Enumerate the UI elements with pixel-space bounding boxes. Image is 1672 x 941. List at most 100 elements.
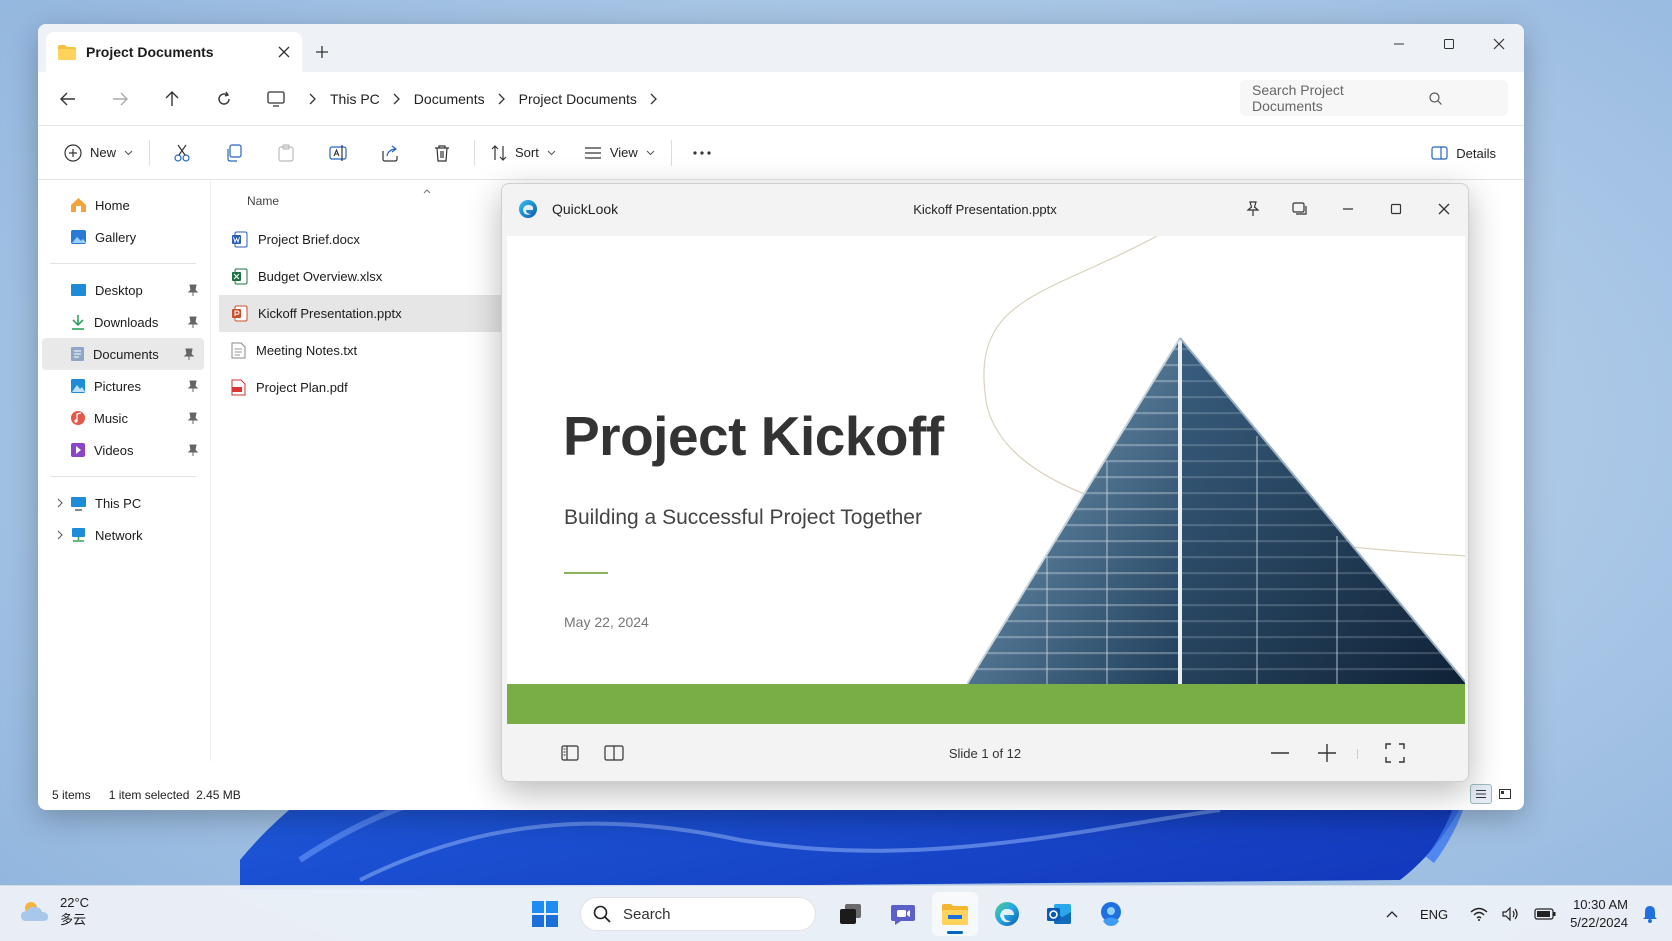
chevron-right-icon[interactable] — [302, 89, 324, 109]
file-row-selected[interactable]: Kickoff Presentation.pptx — [219, 295, 510, 332]
file-name: Budget Overview.xlsx — [258, 269, 383, 284]
details-view-icon[interactable] — [1470, 784, 1492, 804]
documents-icon — [70, 346, 85, 362]
rename-button[interactable] — [312, 135, 364, 171]
zoom-in-icon[interactable] — [1310, 739, 1344, 767]
sidebar-item-desktop[interactable]: Desktop — [38, 274, 208, 306]
pin-window-icon[interactable] — [1228, 184, 1276, 234]
breadcrumb-documents[interactable]: Documents — [408, 91, 491, 107]
pin-icon[interactable] — [188, 380, 198, 392]
cut-button[interactable] — [156, 135, 208, 171]
close-window-icon[interactable] — [1474, 24, 1524, 64]
breadcrumb-this-pc[interactable]: This PC — [324, 91, 386, 107]
clock[interactable]: 10:30 AM 5/22/2024 — [1570, 896, 1628, 932]
zoom-out-icon[interactable] — [1263, 739, 1297, 767]
network-icon — [70, 527, 87, 543]
details-pane-icon — [1431, 146, 1448, 160]
breadcrumb-project-documents[interactable]: Project Documents — [513, 91, 643, 107]
sidebar-item-music[interactable]: Music — [38, 402, 208, 434]
fullscreen-icon[interactable] — [1378, 739, 1412, 767]
delete-button[interactable] — [416, 135, 468, 171]
copilot-icon — [1101, 902, 1121, 926]
share-icon — [381, 144, 399, 162]
chevron-right-icon[interactable] — [491, 89, 513, 109]
sidebar-item-network[interactable]: Network — [38, 519, 208, 551]
sidebar-item-pictures[interactable]: Pictures — [38, 370, 208, 402]
quicklook-app-name: QuickLook — [552, 201, 619, 217]
cloudy-weather-icon — [20, 899, 50, 923]
expand-chevron-icon[interactable] — [50, 530, 70, 540]
view-list-icon — [584, 146, 602, 160]
share-button[interactable] — [364, 135, 416, 171]
task-view-button[interactable] — [828, 892, 874, 936]
sidebar-item-gallery[interactable]: Gallery — [38, 221, 208, 253]
open-with-icon[interactable] — [1276, 184, 1324, 234]
file-row[interactable]: Project Brief.docx — [219, 221, 510, 258]
new-tab-icon[interactable] — [306, 36, 338, 68]
pin-icon[interactable] — [188, 412, 198, 424]
slide-preview: Project Kickoff Building a Successful Pr… — [507, 236, 1465, 724]
tab-project-documents[interactable]: Project Documents — [46, 32, 302, 72]
battery-icon[interactable] — [1534, 908, 1556, 920]
minimize-icon[interactable] — [1324, 184, 1372, 234]
sidebar-item-label: Network — [95, 527, 143, 543]
expand-chevron-icon[interactable] — [50, 498, 70, 508]
sort-button[interactable]: Sort — [481, 135, 566, 171]
pin-icon[interactable] — [184, 348, 194, 360]
computer-icon[interactable] — [250, 79, 302, 119]
chevron-right-icon[interactable] — [386, 89, 408, 109]
start-button[interactable] — [522, 892, 568, 936]
sidebar-item-videos[interactable]: Videos — [38, 434, 208, 466]
gallery-icon — [70, 229, 87, 245]
word-icon — [231, 231, 248, 248]
pin-icon[interactable] — [188, 284, 198, 296]
copilot-button[interactable] — [1088, 892, 1134, 936]
file-row[interactable]: Budget Overview.xlsx — [219, 258, 510, 295]
language-indicator[interactable]: ENG — [1420, 907, 1448, 922]
view-button[interactable]: View — [574, 135, 665, 171]
address-bar: This PC Documents Project Documents Sear… — [38, 72, 1524, 126]
edge-button[interactable] — [984, 892, 1030, 936]
refresh-icon[interactable] — [198, 79, 250, 119]
search-input[interactable]: Search Project Documents — [1240, 80, 1508, 116]
up-icon[interactable] — [146, 79, 198, 119]
taskbar-search-box[interactable]: Search — [580, 897, 816, 931]
outlook-button[interactable] — [1036, 892, 1082, 936]
new-button[interactable]: New — [54, 135, 143, 171]
file-row[interactable]: Project Plan.pdf — [219, 369, 510, 406]
back-icon[interactable] — [42, 79, 94, 119]
copy-button[interactable] — [208, 135, 260, 171]
file-row[interactable]: Meeting Notes.txt — [219, 332, 510, 369]
weather-widget[interactable]: 22°C 多云 — [20, 894, 89, 928]
thumbnail-pane-icon[interactable] — [556, 741, 584, 765]
volume-icon[interactable] — [1502, 907, 1520, 921]
sidebar-item-this-pc[interactable]: This PC — [38, 487, 208, 519]
close-window-icon[interactable] — [1420, 184, 1468, 234]
pin-icon[interactable] — [188, 444, 198, 456]
pin-icon[interactable] — [188, 316, 198, 328]
chevron-right-icon[interactable] — [643, 89, 665, 109]
trash-icon — [434, 144, 450, 162]
details-button[interactable]: Details — [1421, 135, 1514, 171]
chevron-up-icon[interactable] — [1386, 910, 1398, 918]
more-options-button[interactable] — [678, 135, 726, 171]
maximize-icon[interactable] — [1372, 184, 1420, 234]
sidebar-item-downloads[interactable]: Downloads — [38, 306, 208, 338]
forward-icon[interactable] — [94, 79, 146, 119]
minimize-icon[interactable] — [1374, 24, 1424, 64]
sidebar-item-label: Gallery — [95, 229, 137, 245]
close-tab-icon[interactable] — [278, 46, 290, 58]
taskbar: 22°C 多云 Search ENG 10:30 AM 5/22/2024 — [0, 885, 1672, 941]
file-explorer-button[interactable] — [932, 892, 978, 936]
maximize-icon[interactable] — [1424, 24, 1474, 64]
teams-chat-button[interactable] — [880, 892, 926, 936]
tiles-view-icon[interactable] — [1494, 784, 1516, 804]
two-page-view-icon[interactable] — [600, 741, 628, 765]
wifi-icon[interactable] — [1470, 907, 1488, 921]
column-header-name[interactable]: Name — [211, 181, 510, 221]
paste-button[interactable] — [260, 135, 312, 171]
notification-bell-icon[interactable] — [1642, 905, 1658, 923]
sidebar-item-home[interactable]: Home — [38, 189, 208, 221]
desktop-icon — [70, 283, 87, 297]
sidebar-item-documents[interactable]: Documents — [42, 338, 204, 370]
